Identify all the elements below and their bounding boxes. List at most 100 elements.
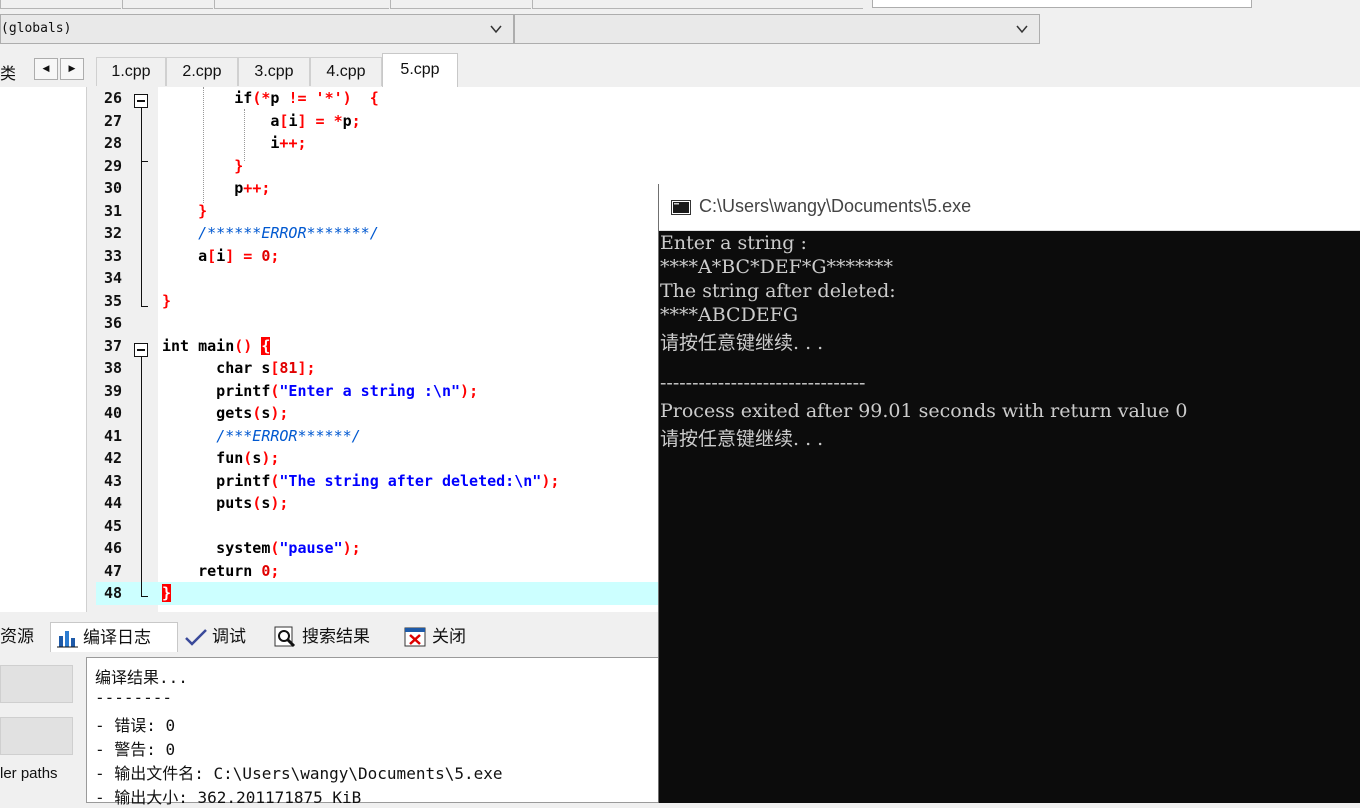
scope-combo[interactable]: (globals)	[0, 14, 514, 44]
toolbar-segment	[390, 0, 531, 9]
line-number: 33	[104, 246, 123, 265]
code-text: system("pause");	[162, 539, 361, 557]
line-number: 47	[104, 561, 123, 580]
code-line[interactable]: 26 if(*p != '*') {	[96, 87, 1360, 110]
tab-2-cpp[interactable]: 2.cpp	[166, 57, 238, 86]
toolbar-field[interactable]	[872, 0, 1252, 8]
tab-4-cpp[interactable]: 4.cpp	[310, 57, 382, 86]
tab-3-cpp[interactable]: 3.cpp	[238, 57, 310, 86]
code-text: fun(s);	[162, 449, 280, 467]
member-combo[interactable]	[514, 14, 1040, 44]
line-number: 34	[104, 269, 123, 287]
tab-5-cpp[interactable]: 5.cpp	[382, 53, 458, 87]
code-text: return 0;	[162, 561, 280, 580]
fold-collapse-icon[interactable]	[134, 343, 148, 357]
console-line: ****A*BC*DEF*G*******	[660, 256, 894, 278]
fold-line	[141, 108, 142, 161]
toolbar-segment	[0, 0, 121, 9]
line-number: 46	[104, 539, 123, 557]
top-toolbar-remnant	[0, 0, 1360, 12]
tab-resources-label: 资源	[0, 627, 34, 647]
fold-line	[141, 357, 142, 596]
line-number: 32	[104, 224, 123, 242]
line-number: 40	[104, 404, 123, 422]
panel-button[interactable]	[0, 717, 73, 755]
code-text: int main() {	[162, 336, 271, 355]
tab-close-label: 关闭	[432, 627, 466, 647]
code-line[interactable]: 28 i++;	[96, 132, 1360, 155]
tab-resources[interactable]: 资源	[0, 622, 34, 652]
code-line[interactable]: 27 a[i] = *p;	[96, 110, 1360, 133]
close-window-icon	[404, 627, 426, 647]
search-icon	[274, 626, 296, 648]
line-number: 35	[104, 291, 123, 310]
line-number: 29	[104, 156, 123, 175]
panel-button[interactable]	[0, 665, 73, 703]
tab-debug[interactable]: 调试	[184, 622, 246, 652]
log-line: 编译结果...	[95, 668, 188, 687]
log-line: - 输出文件名: C:\Users\wangy\Documents\5.exe	[95, 764, 503, 783]
line-number: 48	[104, 584, 123, 602]
code-text: /******ERROR*******/	[198, 224, 379, 242]
line-number: 26	[104, 89, 123, 107]
code-text: char s[81];	[162, 359, 316, 377]
class-browser-panel[interactable]	[0, 87, 87, 612]
line-number: 37	[104, 336, 123, 355]
code-text: /***ERROR******/	[216, 426, 361, 445]
code-text: if(*p != '*') {	[162, 89, 379, 107]
compile-log-output[interactable]: 编译结果... -------- - 错误: 0 - 警告: 0 - 输出文件名…	[86, 657, 660, 807]
tab-close[interactable]: 关闭	[404, 622, 466, 652]
tab-search-results-label: 搜索结果	[302, 627, 370, 647]
log-line: - 输出大小: 362.201171875 KiB	[95, 788, 362, 807]
toolbar-segment	[122, 0, 213, 9]
scope-combo-value: (globals)	[1, 21, 72, 36]
line-number: 27	[104, 111, 123, 130]
line-number: 38	[104, 359, 123, 377]
line-number: 42	[104, 449, 123, 467]
checkmark-icon	[185, 629, 207, 646]
tab-search-results[interactable]: 搜索结果	[274, 622, 370, 652]
fold-end-tick	[141, 161, 148, 162]
code-text: a[i] = *p;	[162, 111, 361, 130]
code-text: printf("Enter a string :\n");	[162, 381, 479, 400]
code-line[interactable]: 29 }	[96, 155, 1360, 178]
console-title-bar[interactable]: C:\Users\wangy\Documents\5.exe	[659, 184, 1360, 231]
code-text: i++;	[162, 134, 307, 152]
line-number: 45	[104, 516, 123, 535]
tab-compile-log[interactable]: 编译日志	[50, 622, 178, 652]
line-number: 44	[104, 494, 123, 512]
code-text: gets(s);	[162, 404, 289, 422]
line-number: 36	[104, 314, 123, 332]
console-line: Process exited after 99.01 seconds with …	[660, 400, 1188, 422]
code-text: p++;	[162, 179, 271, 197]
console-line: 请按任意键继续. . .	[660, 428, 824, 450]
log-line: - 错误: 0	[95, 716, 176, 735]
line-number: 31	[104, 201, 123, 220]
toolbar-segment	[214, 0, 389, 9]
toolbar-segment	[532, 0, 863, 9]
class-panel-label: 类	[0, 64, 17, 83]
line-number: 30	[104, 179, 123, 197]
tab-scroll-left-button[interactable]: ◀	[34, 58, 58, 80]
line-number: 28	[104, 134, 123, 152]
console-line: --------------------------------	[660, 372, 866, 394]
fold-end-tick	[141, 596, 148, 597]
fold-collapse-icon[interactable]	[134, 94, 148, 108]
log-line: --------	[95, 688, 173, 707]
code-text: }	[198, 201, 208, 220]
tab-scroll-right-button[interactable]: ▶	[60, 58, 84, 80]
fold-end-tick	[141, 306, 148, 307]
code-text: }	[162, 291, 172, 310]
console-window[interactable]: C:\Users\wangy\Documents\5.exe Enter a s…	[658, 184, 1360, 803]
console-app-icon	[671, 200, 691, 215]
code-text: printf("The string after deleted:\n");	[162, 471, 560, 490]
indent-guide	[244, 109, 245, 161]
code-text: puts(s);	[162, 494, 289, 512]
fold-line	[141, 161, 142, 306]
code-text: a[i] = 0;	[162, 246, 280, 265]
bar-chart-icon	[57, 631, 78, 648]
indent-guide	[203, 87, 204, 203]
console-title: C:\Users\wangy\Documents\5.exe	[699, 196, 972, 216]
tab-1-cpp[interactable]: 1.cpp	[96, 57, 166, 86]
console-line: The string after deleted:	[660, 280, 896, 302]
